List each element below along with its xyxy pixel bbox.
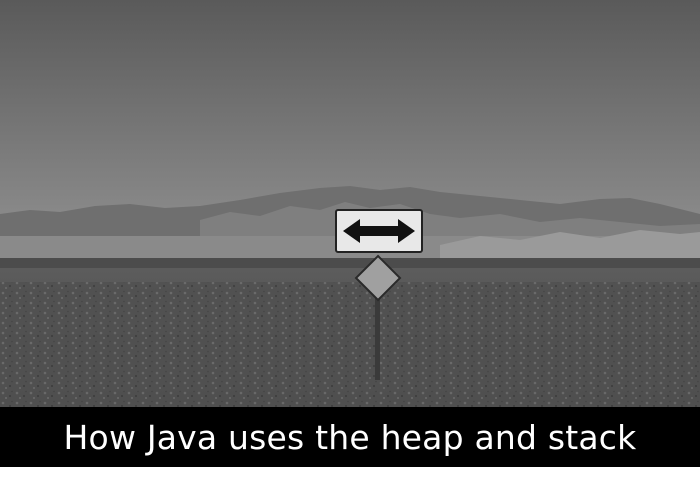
- article-header-image: How Java uses the heap and stack: [0, 0, 700, 491]
- caption-bar: How Java uses the heap and stack: [0, 407, 700, 467]
- double-arrow-sign: [335, 209, 423, 253]
- sign-post: [375, 294, 380, 380]
- caption-title: How Java uses the heap and stack: [63, 417, 637, 457]
- desert-photo: [0, 0, 700, 410]
